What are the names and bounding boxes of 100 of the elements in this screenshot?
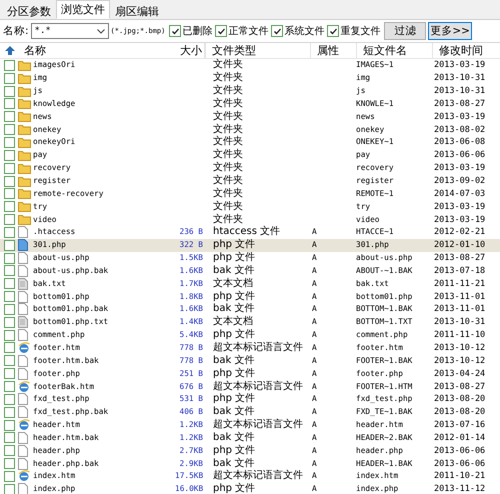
checkbox[interactable]: [4, 240, 15, 251]
text-file-icon: [18, 316, 28, 328]
checkbox[interactable]: [4, 432, 15, 444]
modified-time: 2013-03-19: [433, 162, 486, 174]
checkbox[interactable]: [4, 445, 15, 456]
modified-time: 2012-02-21: [433, 226, 486, 238]
column-header[interactable]: 属性: [310, 43, 356, 58]
checkbox[interactable]: [4, 316, 15, 328]
checkbox[interactable]: [4, 420, 15, 431]
checkbox[interactable]: [4, 86, 15, 97]
file-type: 文件夹: [212, 162, 244, 174]
checkbox[interactable]: [4, 188, 15, 200]
file-type: 文件夹: [212, 124, 244, 136]
folder-icon: [18, 98, 31, 110]
column-header[interactable]: 名称: [18, 43, 175, 58]
checkbox[interactable]: [327, 25, 340, 37]
file-type: php 文件: [212, 252, 256, 264]
checkbox[interactable]: [4, 98, 15, 110]
modified-time: 2013-10-31: [433, 85, 486, 98]
checkbox[interactable]: [4, 201, 15, 212]
modified-time: 2013-11-12: [433, 483, 486, 494]
file-icon: [18, 239, 28, 252]
name-filter-combo[interactable]: *.*: [30, 23, 109, 39]
modified-time: 2013-03-19: [433, 200, 486, 213]
file-type: bak 文件: [212, 458, 256, 470]
checkbox[interactable]: [4, 355, 15, 366]
checkbox[interactable]: [4, 368, 15, 380]
modified-time: 2013-11-01: [433, 303, 486, 316]
checkbox[interactable]: [4, 150, 15, 161]
checkbox[interactable]: [4, 226, 15, 238]
file-icon: [18, 226, 28, 238]
folder-icon: [18, 150, 31, 161]
checkbox[interactable]: [4, 342, 15, 354]
checkbox[interactable]: [4, 136, 15, 148]
checkbox[interactable]: [169, 25, 182, 37]
file-type: 文本文档: [212, 316, 254, 328]
modified-time: 2011-11-10: [433, 329, 486, 342]
file-type: 文本文档: [212, 278, 254, 290]
file-type: php 文件: [212, 239, 256, 252]
folder-icon: [18, 136, 31, 148]
file-type: bak 文件: [212, 406, 256, 418]
checkbox-label: 系统文件: [284, 24, 324, 38]
folder-icon: [18, 86, 31, 97]
checkbox[interactable]: [271, 25, 284, 37]
column-header[interactable]: 修改时间: [432, 43, 492, 58]
modified-time: 2013-04-24: [433, 368, 486, 380]
checkbox[interactable]: [4, 458, 15, 470]
modified-time: 2011-11-21: [433, 278, 486, 290]
checkbox[interactable]: [4, 176, 15, 187]
checkbox[interactable]: [4, 162, 15, 174]
checkbox[interactable]: [215, 25, 228, 37]
checkbox[interactable]: [4, 265, 15, 276]
file-type: 超文本标记语言文件: [212, 419, 304, 432]
checkbox[interactable]: [4, 60, 15, 71]
text-file-icon: [18, 278, 28, 290]
file-type: php 文件: [212, 329, 256, 342]
checkbox[interactable]: [4, 124, 15, 136]
file-icon: [18, 393, 28, 406]
checkbox[interactable]: [4, 111, 15, 122]
checkbox[interactable]: [4, 484, 15, 494]
checkbox[interactable]: [4, 252, 15, 264]
modified-time: 2013-07-16: [433, 419, 486, 432]
checkbox[interactable]: [4, 278, 15, 290]
file-type: 文件夹: [212, 72, 244, 84]
column-header[interactable]: 文件类型: [205, 43, 310, 58]
file-type: 文件夹: [212, 214, 244, 226]
checkbox[interactable]: [4, 214, 15, 226]
filter-button[interactable]: 过滤: [384, 22, 426, 40]
column-header[interactable]: 短文件名: [356, 43, 432, 58]
tab[interactable]: 浏览文件: [56, 0, 110, 19]
up-arrow-icon[interactable]: [5, 46, 15, 55]
checkbox[interactable]: [4, 470, 15, 482]
checkbox[interactable]: [4, 406, 15, 418]
file-type: 文件夹: [212, 188, 244, 200]
folder-icon: [18, 72, 31, 84]
checkbox[interactable]: [4, 394, 15, 405]
folder-icon: [18, 176, 31, 187]
modified-time: 2013-06-06: [433, 444, 486, 457]
browser-file-icon: [18, 470, 30, 482]
modified-time: 2013-10-12: [433, 354, 486, 367]
modified-time: 2011-10-21: [433, 470, 486, 482]
file-type: 文件夹: [212, 59, 244, 72]
more-button[interactable]: 更多>>: [428, 22, 472, 40]
file-icon: [18, 458, 28, 470]
checkbox-label: 重复文件: [340, 24, 380, 38]
file-icon: [18, 354, 28, 367]
checkbox[interactable]: [4, 72, 15, 84]
checkbox[interactable]: [4, 304, 15, 315]
checkbox[interactable]: [4, 381, 15, 392]
file-type: bak 文件: [212, 432, 256, 444]
checkbox-label: 正常文件: [228, 24, 268, 38]
checkbox[interactable]: [4, 330, 15, 341]
file-type: 文件夹: [212, 149, 244, 162]
file-type: 文件夹: [212, 110, 244, 123]
file-icon: [18, 290, 28, 303]
checkbox-label: 已删除: [182, 25, 212, 38]
file-type: 文件夹: [212, 98, 244, 110]
checkbox[interactable]: [4, 291, 15, 302]
column-header[interactable]: 大小: [175, 43, 205, 58]
modified-time: 2013-08-20: [433, 393, 486, 406]
